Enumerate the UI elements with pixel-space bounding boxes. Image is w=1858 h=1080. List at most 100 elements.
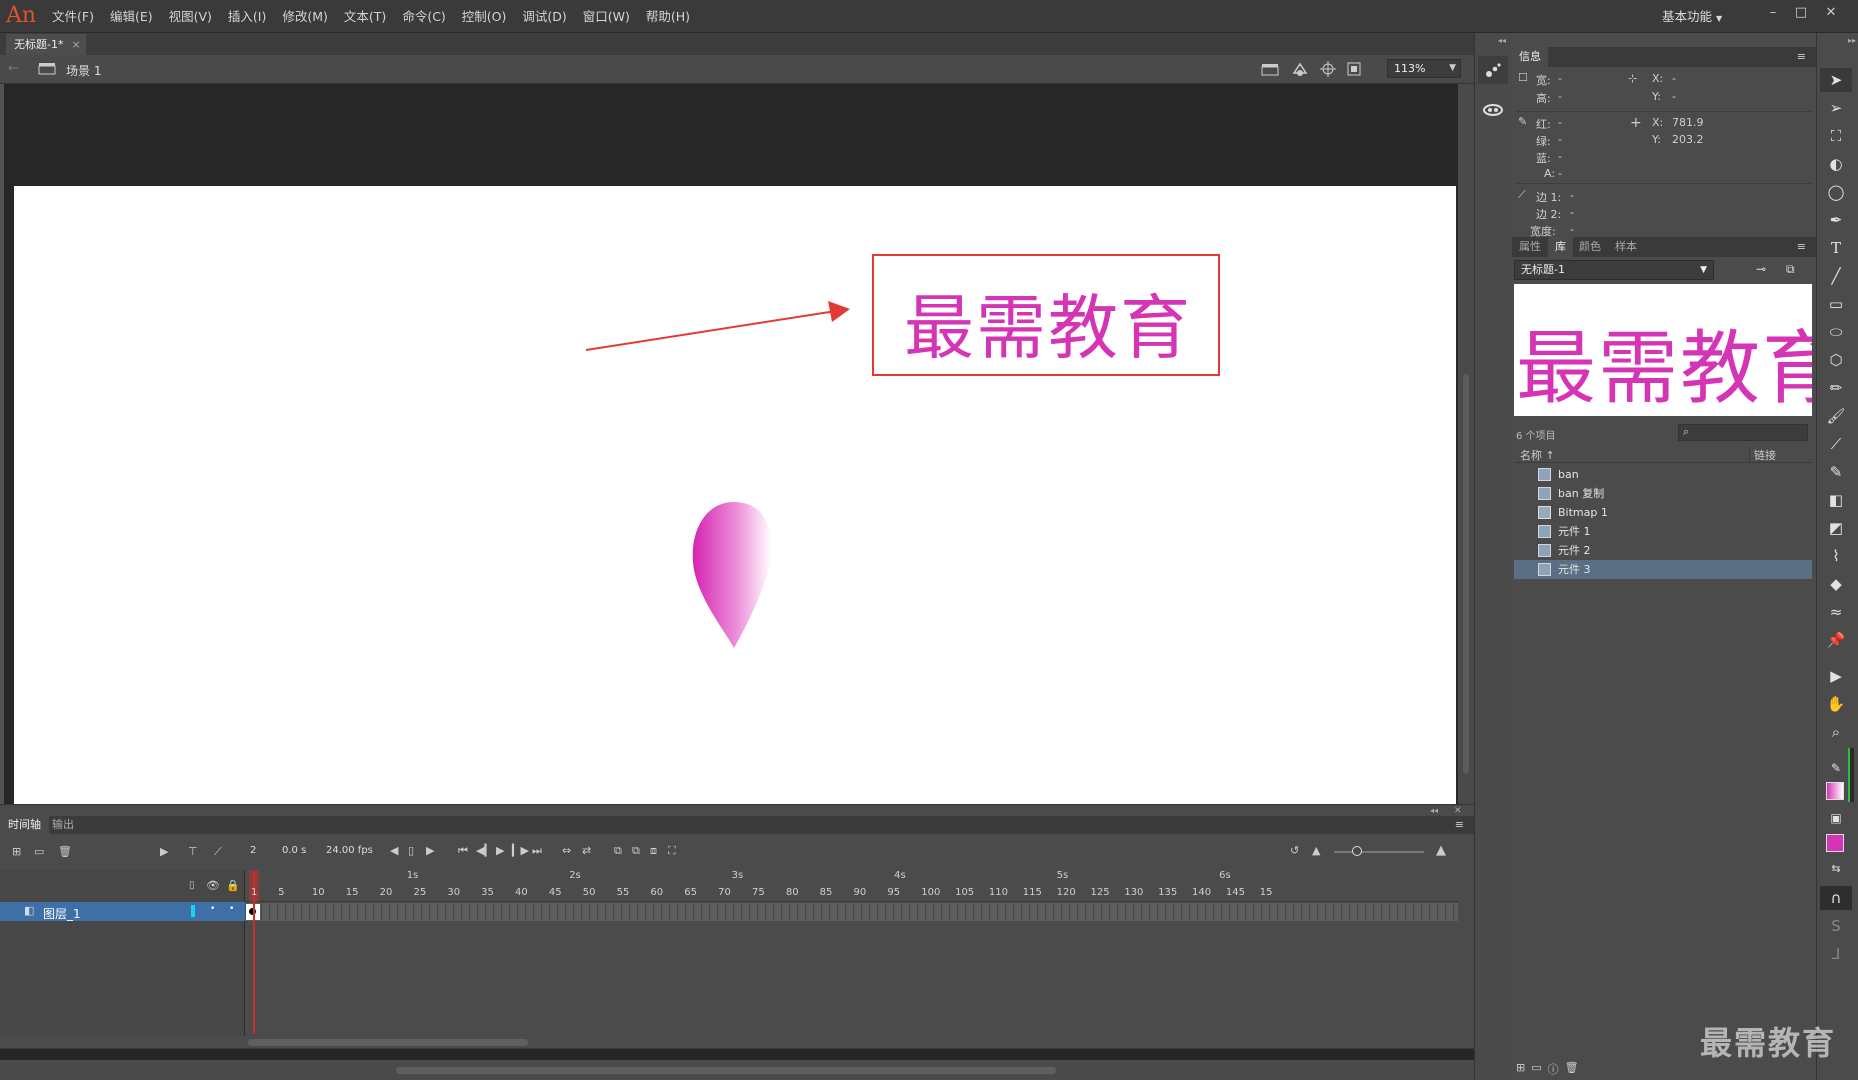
hand-tool-icon[interactable]: ✋ — [1820, 692, 1852, 716]
lasso-tool-icon[interactable]: ◯ — [1820, 180, 1852, 204]
menu-file[interactable]: 文件(F) — [44, 0, 102, 33]
polystar-tool-icon[interactable]: ⬡ — [1820, 348, 1852, 372]
pen-tool-icon[interactable]: ✒ — [1820, 208, 1852, 232]
column-link[interactable]: 链接 — [1749, 447, 1776, 463]
paint-brush-tool-icon[interactable]: 🖌 — [1820, 404, 1852, 428]
modify-markers-icon[interactable]: ⛶ — [668, 844, 676, 858]
panel-menu-icon[interactable]: ≡ — [1455, 818, 1464, 831]
edit-symbol-icon[interactable] — [1290, 59, 1310, 79]
step-back-frame-icon[interactable]: ◀▎ — [476, 844, 493, 857]
oval-tool-icon[interactable]: ⬭ — [1820, 320, 1852, 344]
menu-help[interactable]: 帮助(H) — [638, 0, 698, 33]
fill-color-swatch[interactable] — [1826, 834, 1844, 852]
go-to-first-frame-icon[interactable]: ⏮ — [458, 844, 468, 858]
onion-skin-outlines-icon[interactable]: ⧉ — [632, 844, 640, 858]
tab-info[interactable]: 信息 — [1512, 47, 1548, 67]
properties-icon[interactable]: ⓘ — [1548, 1061, 1559, 1077]
menu-control[interactable]: 控制(O) — [454, 0, 515, 33]
layer-parenting-icon[interactable]: ⊤ — [188, 845, 198, 858]
graph-icon[interactable]: ⟋ — [214, 845, 222, 859]
swap-colors-icon[interactable]: ⇆ — [1820, 856, 1852, 880]
straighten-icon[interactable]: ⅃ — [1820, 942, 1852, 966]
library-document-select[interactable]: 无标题-1 ▼ — [1514, 260, 1714, 280]
tab-properties[interactable]: 属性 — [1512, 237, 1548, 257]
library-item[interactable]: 元件 1 — [1514, 522, 1812, 541]
new-library-panel-icon[interactable]: ⧉ — [1786, 262, 1808, 278]
layer-color-swatch[interactable] — [191, 905, 195, 917]
layer-visible-dot[interactable]: • — [210, 904, 215, 914]
maximize-button[interactable]: □ — [1788, 4, 1814, 22]
library-item[interactable]: 元件 2 — [1514, 541, 1812, 560]
pin-icon[interactable]: ⊸ — [1756, 262, 1778, 278]
new-layer-icon[interactable]: ⊞ — [12, 845, 21, 858]
current-frame[interactable]: 2 — [250, 845, 256, 856]
pencil-tool-icon[interactable]: ✏ — [1820, 376, 1852, 400]
document-tab[interactable]: 无标题-1* × — [6, 34, 86, 55]
selection-tool-icon[interactable]: ➤ — [1820, 68, 1852, 92]
highlight-icon[interactable]: ▯ — [189, 880, 195, 891]
3d-rotation-tool-icon[interactable]: ◐ — [1820, 152, 1852, 176]
free-transform-tool-icon[interactable]: ⛶ — [1820, 124, 1852, 148]
petal-shape[interactable] — [686, 500, 782, 652]
zoom-select[interactable]: 113% ▼ — [1387, 59, 1461, 78]
tab-swatches[interactable]: 样本 — [1608, 237, 1644, 257]
timeline-hscroll[interactable] — [0, 1036, 1474, 1048]
library-item-selected[interactable]: 元件 3 — [1514, 560, 1812, 579]
stage-vertical-scrollbar[interactable] — [1458, 84, 1474, 804]
frame-ruler[interactable] — [246, 870, 1458, 902]
step-back-icon[interactable]: ◀ — [390, 844, 398, 857]
new-symbol-icon[interactable]: ⊞ — [1516, 1061, 1525, 1077]
stage[interactable] — [14, 186, 1456, 804]
camera-tool-icon[interactable]: ▶ — [1820, 664, 1852, 688]
loop-icon[interactable]: ⇔ — [562, 844, 571, 857]
center-frame-icon[interactable]: ⇄ — [582, 844, 591, 857]
stage-title-text[interactable]: 最需教育 — [904, 272, 1192, 373]
playback-mode-icon[interactable]: ▯ — [408, 844, 414, 857]
rectangle-tool-icon[interactable]: ▭ — [1820, 292, 1852, 316]
menu-edit[interactable]: 编辑(E) — [102, 0, 161, 33]
elapsed-time[interactable]: 0.0 s — [282, 845, 306, 856]
layer-row[interactable]: ◧ • • — [0, 902, 245, 921]
back-arrow-icon[interactable]: ← — [8, 61, 26, 77]
close-tab-icon[interactable]: × — [71, 38, 80, 51]
workspace-switcher[interactable]: 基本功能 ▼ — [1662, 7, 1744, 27]
menu-window[interactable]: 窗口(W) — [575, 0, 638, 33]
text-tool-icon[interactable]: T — [1820, 236, 1852, 260]
tab-timeline[interactable]: 时间轴 — [0, 816, 49, 834]
pin-tool-icon[interactable]: 📌 — [1820, 628, 1852, 652]
menu-insert[interactable]: 插入(I) — [220, 0, 274, 33]
clip-content-icon[interactable] — [1344, 59, 1364, 79]
frame-zoom-handle[interactable] — [1352, 846, 1362, 856]
panel-menu-icon[interactable]: ≡ — [1797, 50, 1806, 63]
collapse-icon[interactable]: ▸▸ — [1820, 36, 1856, 45]
center-stage-icon[interactable] — [1318, 59, 1338, 79]
zoom-in-frames-icon[interactable]: ▲ — [1436, 843, 1446, 858]
menu-commands[interactable]: 命令(C) — [394, 0, 453, 33]
play-icon[interactable]: ▶ — [496, 844, 504, 857]
brush-tool-icon[interactable]: ⟋ — [1820, 432, 1852, 456]
frame-cells[interactable] — [246, 903, 1458, 921]
menu-modify[interactable]: 修改(M) — [274, 0, 336, 33]
menu-debug[interactable]: 调试(D) — [514, 0, 574, 33]
eraser-tool-icon[interactable]: ◆ — [1820, 572, 1852, 596]
tools-scrollbar[interactable] — [1848, 748, 1854, 802]
new-folder-icon[interactable]: ▭ — [1531, 1061, 1541, 1077]
edit-multiple-frames-icon[interactable]: ⧈ — [650, 844, 657, 858]
collapse-icon[interactable]: ◂◂ — [1480, 36, 1506, 45]
reset-icon[interactable]: ↺ — [1290, 844, 1299, 857]
smooth-icon[interactable]: S — [1820, 914, 1852, 938]
zoom-out-frames-icon[interactable]: ▲ — [1312, 844, 1320, 857]
snap-magnet-icon[interactable]: ∩ — [1820, 886, 1852, 910]
stroke-color-swatch[interactable] — [1826, 782, 1844, 800]
frame-rate[interactable]: 24.00 fps — [326, 845, 373, 856]
new-folder-icon[interactable]: ▭ — [34, 845, 44, 858]
line-tool-icon[interactable]: ╱ — [1820, 264, 1852, 288]
panel-menu-icon[interactable]: ≡ — [1797, 240, 1806, 253]
tab-library[interactable]: 库 — [1548, 237, 1573, 257]
ink-bottle-tool-icon[interactable]: ◩ — [1820, 516, 1852, 540]
library-item[interactable]: ban 复制 — [1514, 484, 1812, 503]
onion-skin-icon[interactable]: ⧉ — [614, 844, 622, 858]
eye-icon[interactable]: 👁 — [206, 879, 220, 892]
layer-name[interactable]: 图层_1 — [43, 905, 81, 922]
step-forward-frame-icon[interactable]: ▎▶ — [512, 844, 529, 857]
